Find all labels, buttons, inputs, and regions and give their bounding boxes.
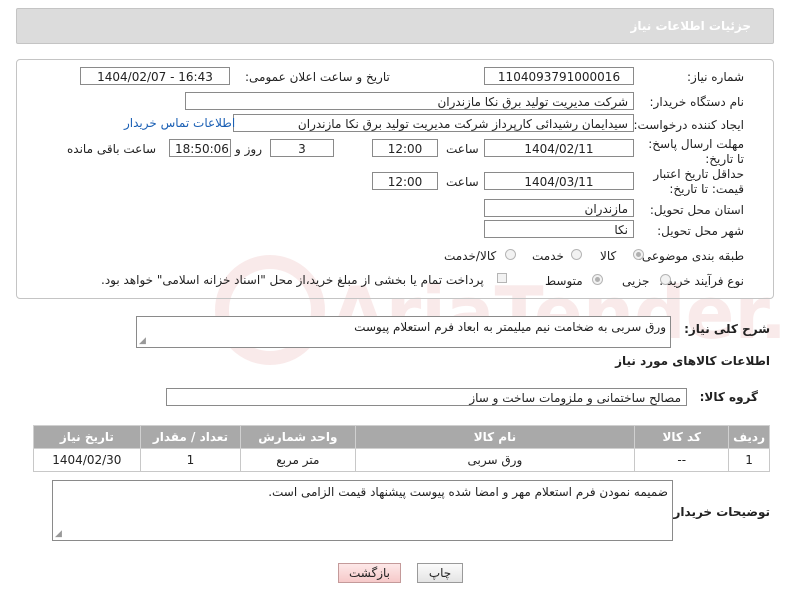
category-label: طبقه بندی موضوعی: [637,249,744,263]
back-button[interactable]: بازگشت [338,563,401,583]
purchase-type-label: نوع فرآیند خرید : [659,274,744,288]
buyer-notes-textarea: ضمیمه نمودن فرم استعلام مهر و امضا شده پ… [52,480,673,541]
announce-datetime-label: تاریخ و ساعت اعلان عمومی: [245,70,390,84]
price-validity-time-field: 12:00 [372,172,438,190]
goods-group-label: گروه کالا: [699,390,758,404]
purchase-type-option-minor: جزیی [622,274,650,288]
description-label: شرح کلی نیاز: [684,322,770,336]
buyer-org-label: نام دستگاه خریدار: [649,95,745,109]
purchase-type-radio-minor[interactable] [660,274,671,285]
reply-days-field: 3 [270,139,334,157]
column-header-code: کد کالا [634,425,730,449]
goods-table: ردیف کد کالا نام کالا واحد شمارش تعداد /… [33,425,770,472]
reply-deadline-label: مهلت ارسال پاسخ: تا تاریخ: [648,137,744,166]
purchase-type-radio-medium[interactable] [592,274,603,285]
price-validity-time-label: ساعت [446,175,479,189]
goods-table-header: ردیف کد کالا نام کالا واحد شمارش تعداد /… [33,425,770,449]
requester-label: ایجاد کننده درخواست: [633,118,744,132]
category-option-goods-service: کالا/خدمت [444,249,497,263]
requester-field: سیدایمان رشیدائی کارپرداز شرکت مدیریت تو… [233,114,634,132]
page-title: جزئیات اطلاعات نیاز [630,19,751,33]
header-panel: جزئیات اطلاعات نیاز [16,8,774,44]
province-field: مازندران [484,199,634,217]
goods-section-title: اطلاعات کالاهای مورد نیاز [615,354,770,368]
cell-unit: متر مربع [240,448,356,472]
need-number-field: 1104093791000016 [484,67,634,85]
description-text: ورق سربی به ضخامت نیم میلیمتر به ابعاد ف… [354,320,666,334]
need-number-label: شماره نیاز: [687,70,744,84]
city-field: نکا [484,220,634,238]
category-option-goods: کالا [600,249,617,263]
description-textarea: ورق سربی به ضخامت نیم میلیمتر به ابعاد ف… [136,316,671,348]
category-option-service: خدمت [532,249,564,263]
category-radio-service[interactable] [571,249,582,260]
buyer-notes-text: ضمیمه نمودن فرم استعلام مهر و امضا شده پ… [268,485,668,499]
buyer-contact-link[interactable]: اطلاعات تماس خریدار [124,116,235,130]
column-header-row-number: ردیف [728,425,770,449]
reply-deadline-time-field: 12:00 [372,139,438,157]
cell-need-date: 1404/02/30 [33,448,141,472]
city-label: شهر محل تحویل: [657,224,744,238]
resize-grip-icon: ◢ [55,529,62,539]
price-validity-label: حداقل تاریخ اعتبار قیمت: تا تاریخ: [653,167,744,196]
reply-days-label: روز و [235,142,262,156]
cell-code: -- [634,448,730,472]
price-validity-date-field: 1404/03/11 [484,172,634,190]
column-header-unit: واحد شمارش [240,425,356,449]
column-header-name: نام کالا [354,425,636,449]
reply-deadline-time-label: ساعت [446,142,479,156]
category-radio-goods[interactable] [633,249,644,260]
print-button[interactable]: چاپ [417,563,463,583]
category-radio-goods-service[interactable] [505,249,516,260]
remaining-time-label: ساعت باقی مانده [67,142,157,156]
table-row: 1 -- ورق سربی متر مربع 1 1404/02/30 [33,448,770,472]
buyer-notes-label: توضیحات خریدار: [668,505,770,519]
treasury-payment-note: پرداخت تمام یا بخشی از مبلغ خرید،از محل … [101,273,484,287]
province-label: استان محل تحویل: [649,203,744,217]
remaining-time-field: 18:50:06 [169,139,231,157]
cell-row-number: 1 [728,448,770,472]
goods-group-field: مصالح ساختمانی و ملزومات ساخت و ساز [166,388,687,406]
column-header-quantity: تعداد / مقدار [139,425,242,449]
cell-quantity: 1 [139,448,242,472]
column-header-need-date: تاریخ نیاز [33,425,141,449]
purchase-type-option-medium: متوسط [545,274,583,288]
buyer-org-field: شرکت مدیریت تولید برق نکا مازندران [185,92,634,110]
cell-name: ورق سربی [354,448,636,472]
announce-datetime-field: 1404/02/07 - 16:43 [80,67,230,85]
resize-grip-icon: ◢ [139,336,146,346]
treasury-payment-checkbox[interactable] [497,273,507,283]
reply-deadline-date-field: 1404/02/11 [484,139,634,157]
